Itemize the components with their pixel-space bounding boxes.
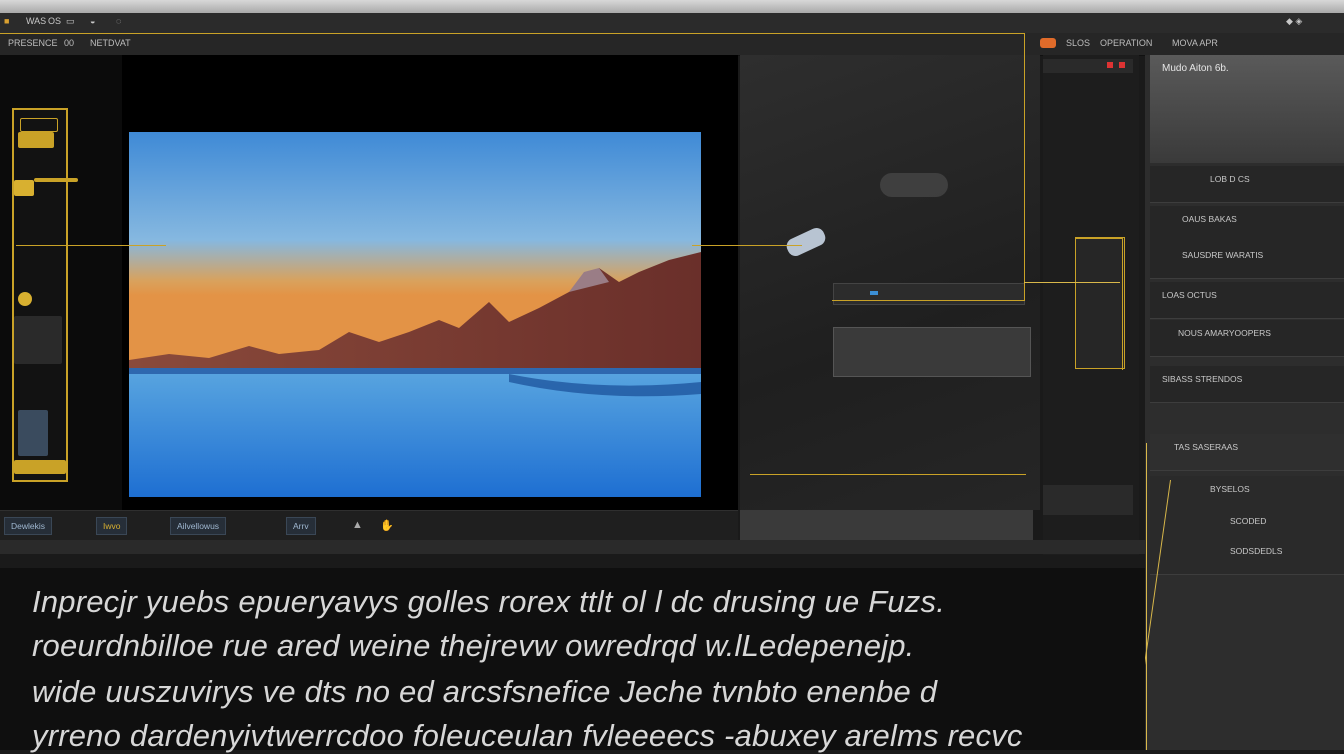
clip-block[interactable]: [833, 327, 1031, 377]
tool-bar-icon[interactable]: [14, 460, 66, 474]
inspector-row[interactable]: OAUS BAKAS: [1150, 206, 1344, 243]
guide-line: [692, 245, 802, 246]
pin-icon[interactable]: [18, 292, 32, 306]
inspector-row[interactable]: SAUSDRE WARATIS: [1150, 242, 1344, 279]
inspector-row[interactable]: LOB D CS: [1150, 166, 1344, 203]
menu-bar: ■ WAS OS ▭ ◒ ◌ ◆ ◈: [0, 13, 1344, 34]
tool-button[interactable]: [20, 118, 58, 132]
viewer-button[interactable]: Iwvo: [96, 517, 128, 535]
caption-line: yrreno dardenyivtwerrcdoo foleuceulan fv…: [32, 718, 1023, 753]
layer-dot-icon: [1119, 62, 1125, 68]
panel-tab[interactable]: MOVA APR: [1172, 38, 1218, 48]
toolbar-item[interactable]: PRESENCE: [8, 38, 58, 48]
preview-panel: [740, 55, 1040, 510]
panel-tabs: SLOS OPERATION MOVA APR: [1030, 33, 1344, 56]
inspector-header: Mudo Aiton 6b.: [1150, 55, 1344, 163]
inspector-title: Mudo Aiton 6b.: [1162, 63, 1229, 74]
guide-line: [1076, 238, 1122, 239]
layer-controls[interactable]: [1043, 59, 1133, 73]
inspector-row[interactable]: NOUS AMARYOOPERS: [1150, 320, 1344, 357]
menu-item[interactable]: WAS: [26, 16, 46, 26]
guide-line: [1024, 282, 1120, 283]
caption-line: Inprecjr yuebs epueryavys golles rorex t…: [32, 584, 946, 619]
guide-line: [750, 474, 1026, 475]
film-icon[interactable]: [18, 410, 48, 456]
record-icon[interactable]: [1040, 38, 1056, 48]
caption-line: wide uuszuvirys ve dts no ed arcsfsnefic…: [32, 674, 938, 709]
panel-tab[interactable]: SLOS: [1066, 38, 1090, 48]
guide-line: [16, 245, 166, 246]
menu-item[interactable]: ▭: [66, 16, 75, 27]
window-controls-icon[interactable]: ◆ ◈: [1286, 16, 1302, 27]
inspector-row[interactable]: LOAS OCTUS: [1150, 282, 1344, 319]
caption-area: Inprecjr yuebs epueryavys golles rorex t…: [0, 568, 1145, 753]
viewer-button[interactable]: Arrv: [286, 517, 316, 535]
guide-line: [1122, 238, 1123, 370]
separator: [0, 540, 1145, 554]
cloud-shape: [880, 173, 948, 197]
landscape-image[interactable]: [129, 132, 701, 497]
guide-line: [832, 300, 1024, 301]
camera-icon[interactable]: [14, 180, 34, 196]
toolbar: PRESENCE 00 NETDVAT: [0, 33, 1030, 56]
menu-item[interactable]: ◒: [90, 16, 95, 26]
slider-icon[interactable]: [34, 178, 78, 182]
panel-tab[interactable]: OPERATION: [1100, 38, 1152, 48]
viewer-toolbar: Dewlekis Iwvo Ailvellowus Arrv ▲ ✋: [0, 510, 738, 541]
guide-line: [0, 33, 1024, 34]
tool-strip: [12, 108, 78, 482]
viewer-button[interactable]: Ailvellowus: [170, 517, 227, 535]
inspector-row[interactable]: SODSDEDLS: [1150, 538, 1344, 575]
toolbar-item[interactable]: NETDVAT: [90, 38, 131, 48]
menu-item[interactable]: ◌: [116, 16, 121, 26]
hand-icon[interactable]: ✋: [380, 519, 394, 532]
brush-icon[interactable]: [18, 132, 54, 148]
viewer-button[interactable]: Dewlekis: [4, 517, 53, 535]
layer-nav: [1043, 55, 1139, 555]
drone-icon[interactable]: [784, 225, 828, 259]
pointer-icon[interactable]: ▲: [352, 519, 363, 531]
app-logo-icon[interactable]: ■: [4, 16, 9, 26]
track-marker-icon: [870, 291, 878, 295]
layer-dot-icon: [1107, 62, 1113, 68]
caption-line: roeurdnbilloe rue ared weine thejrevw ow…: [32, 628, 915, 663]
lens-icon[interactable]: [14, 316, 62, 364]
inspector-row[interactable]: SIBASS STRENDOS: [1150, 366, 1344, 403]
menu-item[interactable]: OS: [48, 16, 61, 26]
toolbar-item[interactable]: 00: [64, 38, 74, 48]
top-strip: [0, 0, 1344, 13]
guide-line: [1146, 443, 1147, 750]
timeline-track[interactable]: [833, 283, 1025, 305]
guide-line: [1024, 33, 1025, 301]
layer-stack[interactable]: [1075, 237, 1125, 369]
layer-footer: [1043, 485, 1133, 515]
inspector-row[interactable]: TAS SASERAAS: [1150, 434, 1344, 471]
